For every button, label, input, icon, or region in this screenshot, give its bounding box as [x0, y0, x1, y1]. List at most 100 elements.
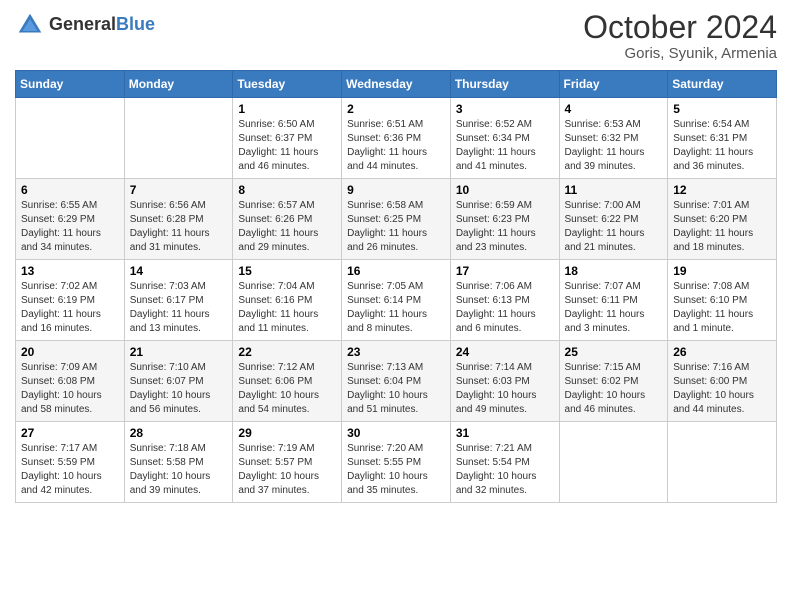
day-number: 31 [456, 426, 554, 440]
day-number: 15 [238, 264, 336, 278]
weekday-header-thursday: Thursday [450, 71, 559, 98]
day-number: 9 [347, 183, 445, 197]
day-number: 27 [21, 426, 119, 440]
day-info: Sunrise: 7:04 AM Sunset: 6:16 PM Dayligh… [238, 280, 336, 336]
weekday-header-tuesday: Tuesday [233, 71, 342, 98]
day-number: 23 [347, 345, 445, 359]
day-cell: 24 Sunrise: 7:14 AM Sunset: 6:03 PM Dayli… [450, 341, 559, 422]
day-cell: 25 Sunrise: 7:15 AM Sunset: 6:02 PM Dayli… [559, 341, 668, 422]
weekday-header-row: SundayMondayTuesdayWednesdayThursdayFrid… [16, 71, 777, 98]
day-info: Sunrise: 6:54 AM Sunset: 6:31 PM Dayligh… [673, 118, 771, 174]
day-info: Sunrise: 6:57 AM Sunset: 6:26 PM Dayligh… [238, 199, 336, 255]
day-number: 10 [456, 183, 554, 197]
day-cell: 8 Sunrise: 6:57 AM Sunset: 6:26 PM Daylig… [233, 179, 342, 260]
day-cell: 6Sunrise: 6:55 AM Sunset: 6:29 PM Daylig… [16, 179, 125, 260]
day-info: Sunrise: 7:09 AM Sunset: 6:08 PM Dayligh… [21, 361, 119, 417]
day-info: Sunrise: 7:18 AM Sunset: 5:58 PM Dayligh… [130, 442, 228, 498]
week-row-3: 13 Sunrise: 7:02 AM Sunset: 6:19 PM Dayli… [16, 260, 777, 341]
day-cell: 13 Sunrise: 7:02 AM Sunset: 6:19 PM Dayli… [16, 260, 125, 341]
day-number: 4 [565, 102, 663, 116]
day-number: 21 [130, 345, 228, 359]
day-cell: 9 Sunrise: 6:58 AM Sunset: 6:25 PM Daylig… [342, 179, 451, 260]
day-number: 2 [347, 102, 445, 116]
day-cell [16, 98, 125, 179]
day-info: Sunrise: 7:07 AM Sunset: 6:11 PM Dayligh… [565, 280, 663, 336]
day-cell: 14Sunrise: 7:03 AM Sunset: 6:17 PM Dayli… [124, 260, 233, 341]
logo-icon [15, 10, 45, 40]
day-number: 28 [130, 426, 228, 440]
day-cell: 5Sunrise: 6:54 AM Sunset: 6:31 PM Daylig… [668, 98, 777, 179]
weekday-header-monday: Monday [124, 71, 233, 98]
day-number: 29 [238, 426, 336, 440]
day-number: 14 [130, 264, 228, 278]
day-info: Sunrise: 7:13 AM Sunset: 6:04 PM Dayligh… [347, 361, 445, 417]
day-cell: 10 Sunrise: 6:59 AM Sunset: 6:23 PM Dayli… [450, 179, 559, 260]
day-number: 26 [673, 345, 771, 359]
header: GeneralBlue October 2024 Goris, Syunik, … [15, 10, 777, 62]
day-cell: 30Sunrise: 7:20 AM Sunset: 5:55 PM Dayli… [342, 422, 451, 503]
week-row-2: 6Sunrise: 6:55 AM Sunset: 6:29 PM Daylig… [16, 179, 777, 260]
day-info: Sunrise: 6:58 AM Sunset: 6:25 PM Dayligh… [347, 199, 445, 255]
day-info: Sunrise: 6:53 AM Sunset: 6:32 PM Dayligh… [565, 118, 663, 174]
day-cell: 1 Sunrise: 6:50 AM Sunset: 6:37 PM Daylig… [233, 98, 342, 179]
day-number: 19 [673, 264, 771, 278]
day-cell: 28 Sunrise: 7:18 AM Sunset: 5:58 PM Dayli… [124, 422, 233, 503]
day-info: Sunrise: 7:02 AM Sunset: 6:19 PM Dayligh… [21, 280, 119, 336]
title-block: October 2024 Goris, Syunik, Armenia [583, 10, 777, 62]
logo-text: GeneralBlue [49, 15, 155, 35]
weekday-header-friday: Friday [559, 71, 668, 98]
day-cell: 18Sunrise: 7:07 AM Sunset: 6:11 PM Dayli… [559, 260, 668, 341]
day-info: Sunrise: 7:05 AM Sunset: 6:14 PM Dayligh… [347, 280, 445, 336]
week-row-5: 27 Sunrise: 7:17 AM Sunset: 5:59 PM Dayli… [16, 422, 777, 503]
day-info: Sunrise: 7:19 AM Sunset: 5:57 PM Dayligh… [238, 442, 336, 498]
day-cell: 20Sunrise: 7:09 AM Sunset: 6:08 PM Dayli… [16, 341, 125, 422]
day-cell [559, 422, 668, 503]
day-cell: 16 Sunrise: 7:05 AM Sunset: 6:14 PM Dayli… [342, 260, 451, 341]
month-title: October 2024 [583, 10, 777, 45]
day-info: Sunrise: 7:06 AM Sunset: 6:13 PM Dayligh… [456, 280, 554, 336]
day-info: Sunrise: 7:17 AM Sunset: 5:59 PM Dayligh… [21, 442, 119, 498]
day-cell: 3 Sunrise: 6:52 AM Sunset: 6:34 PM Daylig… [450, 98, 559, 179]
day-info: Sunrise: 6:52 AM Sunset: 6:34 PM Dayligh… [456, 118, 554, 174]
weekday-header-saturday: Saturday [668, 71, 777, 98]
day-number: 25 [565, 345, 663, 359]
day-info: Sunrise: 7:21 AM Sunset: 5:54 PM Dayligh… [456, 442, 554, 498]
day-cell: 11 Sunrise: 7:00 AM Sunset: 6:22 PM Dayli… [559, 179, 668, 260]
day-number: 13 [21, 264, 119, 278]
day-cell: 21 Sunrise: 7:10 AM Sunset: 6:07 PM Dayli… [124, 341, 233, 422]
day-number: 8 [238, 183, 336, 197]
day-cell: 27 Sunrise: 7:17 AM Sunset: 5:59 PM Dayli… [16, 422, 125, 503]
day-info: Sunrise: 6:50 AM Sunset: 6:37 PM Dayligh… [238, 118, 336, 174]
day-info: Sunrise: 7:00 AM Sunset: 6:22 PM Dayligh… [565, 199, 663, 255]
day-cell: 12 Sunrise: 7:01 AM Sunset: 6:20 PM Dayli… [668, 179, 777, 260]
day-info: Sunrise: 7:20 AM Sunset: 5:55 PM Dayligh… [347, 442, 445, 498]
day-info: Sunrise: 6:51 AM Sunset: 6:36 PM Dayligh… [347, 118, 445, 174]
day-info: Sunrise: 6:56 AM Sunset: 6:28 PM Dayligh… [130, 199, 228, 255]
day-cell: 19Sunrise: 7:08 AM Sunset: 6:10 PM Dayli… [668, 260, 777, 341]
day-cell: 4 Sunrise: 6:53 AM Sunset: 6:32 PM Daylig… [559, 98, 668, 179]
day-cell: 31 Sunrise: 7:21 AM Sunset: 5:54 PM Dayli… [450, 422, 559, 503]
day-number: 3 [456, 102, 554, 116]
day-cell: 23 Sunrise: 7:13 AM Sunset: 6:04 PM Dayli… [342, 341, 451, 422]
day-number: 11 [565, 183, 663, 197]
day-number: 7 [130, 183, 228, 197]
day-number: 17 [456, 264, 554, 278]
day-number: 24 [456, 345, 554, 359]
logo: GeneralBlue [15, 10, 155, 40]
day-info: Sunrise: 6:59 AM Sunset: 6:23 PM Dayligh… [456, 199, 554, 255]
day-info: Sunrise: 7:10 AM Sunset: 6:07 PM Dayligh… [130, 361, 228, 417]
day-number: 1 [238, 102, 336, 116]
day-info: Sunrise: 7:15 AM Sunset: 6:02 PM Dayligh… [565, 361, 663, 417]
day-info: Sunrise: 7:14 AM Sunset: 6:03 PM Dayligh… [456, 361, 554, 417]
day-number: 12 [673, 183, 771, 197]
day-cell: 15 Sunrise: 7:04 AM Sunset: 6:16 PM Dayli… [233, 260, 342, 341]
week-row-4: 20Sunrise: 7:09 AM Sunset: 6:08 PM Dayli… [16, 341, 777, 422]
weekday-header-sunday: Sunday [16, 71, 125, 98]
day-number: 16 [347, 264, 445, 278]
day-cell [124, 98, 233, 179]
day-number: 22 [238, 345, 336, 359]
calendar-table: SundayMondayTuesdayWednesdayThursdayFrid… [15, 70, 777, 503]
calendar-container: GeneralBlue October 2024 Goris, Syunik, … [0, 0, 792, 518]
day-info: Sunrise: 7:01 AM Sunset: 6:20 PM Dayligh… [673, 199, 771, 255]
day-info: Sunrise: 7:16 AM Sunset: 6:00 PM Dayligh… [673, 361, 771, 417]
